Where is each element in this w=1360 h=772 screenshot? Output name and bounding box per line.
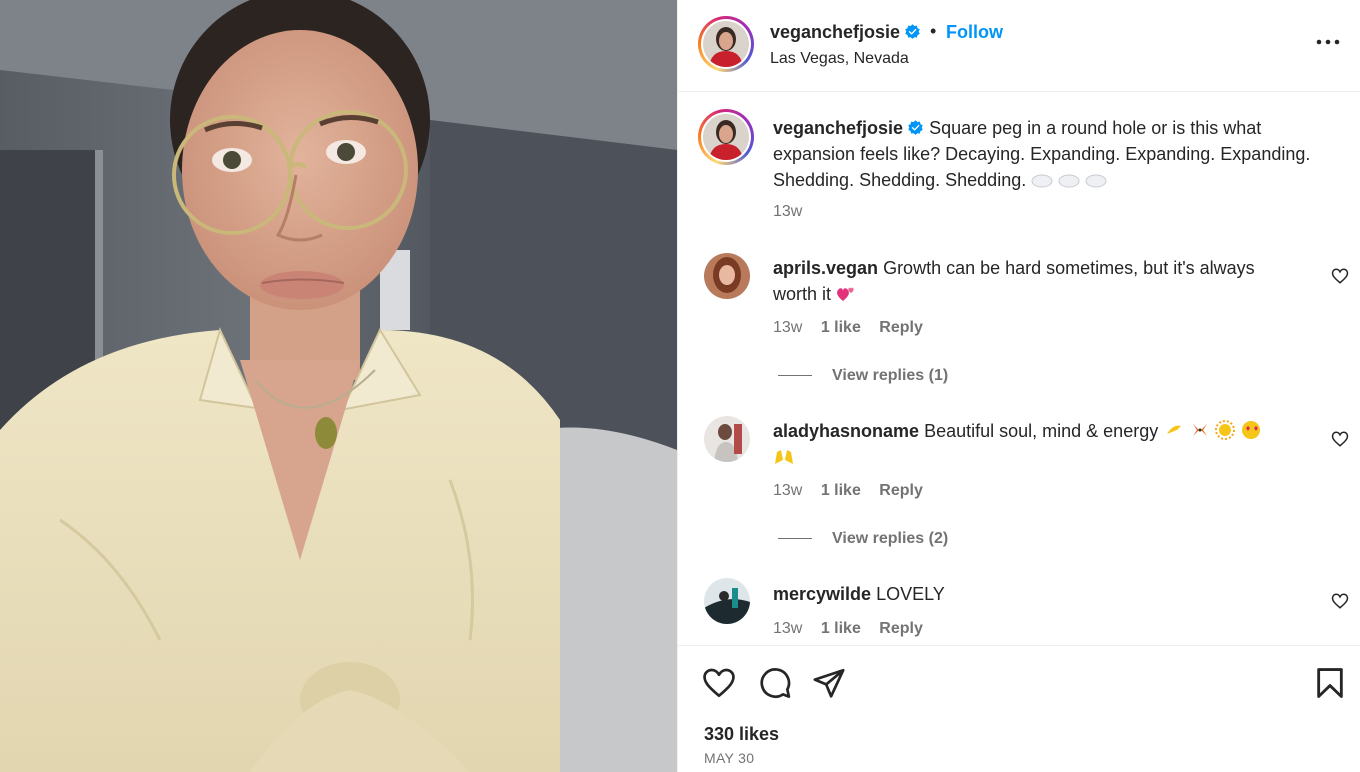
comment-1: aprils.vegan Growth can be hard sometime…: [773, 255, 1293, 307]
comment-avatar[interactable]: [704, 416, 750, 462]
comment-username[interactable]: aladyhasnoname: [773, 421, 919, 441]
likes-count[interactable]: 330 likes: [704, 724, 779, 745]
comment-avatar[interactable]: [704, 253, 750, 299]
verified-badge-icon: [908, 120, 923, 135]
caption-meta: 13w: [773, 203, 816, 221]
comment-username[interactable]: mercywilde: [773, 584, 871, 604]
commenter-avatar-image: [704, 578, 750, 624]
caption-avatar-image: [703, 114, 749, 160]
comments-list[interactable]: veganchefjosie Square peg in a round hol…: [678, 93, 1360, 645]
post-location[interactable]: Las Vegas, Nevada: [770, 50, 909, 68]
view-replies-line: [778, 375, 812, 377]
post-header: veganchefjosie • Follow Las Vegas, Nevad…: [678, 0, 1360, 92]
view-replies-label[interactable]: View replies (1): [832, 367, 948, 384]
view-replies-button[interactable]: View replies (1): [778, 367, 948, 385]
view-replies-label[interactable]: View replies (2): [832, 530, 948, 547]
comment-time[interactable]: 13w: [773, 482, 802, 499]
two-hearts-emoji-icon: [837, 287, 854, 301]
cloud-emoji-icon: [1031, 174, 1107, 188]
cloud-emoji-icons: [1031, 170, 1109, 190]
post-photo: [0, 0, 677, 772]
follow-button[interactable]: Follow: [946, 22, 1003, 43]
sparkle-butterfly-sun-hearteyes-emoji-icons: [1167, 420, 1261, 440]
share-send-icon[interactable]: [812, 666, 846, 700]
commenter-avatar-image: [704, 416, 750, 462]
comment-like-heart-icon[interactable]: [1331, 430, 1349, 448]
comment-meta: 13w 1 like Reply: [773, 620, 937, 638]
comment-avatar[interactable]: [704, 578, 750, 624]
author-username[interactable]: veganchefjosie: [770, 22, 921, 43]
comment-like-heart-icon[interactable]: [1331, 592, 1349, 610]
view-replies-button[interactable]: View replies (2): [778, 530, 948, 548]
comment-time[interactable]: 13w: [773, 620, 802, 637]
caption-username[interactable]: veganchefjosie: [773, 118, 903, 138]
comment-likes[interactable]: 1 like: [821, 482, 861, 499]
author-username-text[interactable]: veganchefjosie: [770, 22, 900, 42]
like-heart-icon[interactable]: [702, 666, 736, 700]
comment-username[interactable]: aprils.vegan: [773, 258, 878, 278]
reply-button[interactable]: Reply: [879, 482, 923, 499]
comment-text: Beautiful soul, mind & energy: [924, 421, 1159, 441]
comment-time[interactable]: 13w: [773, 319, 802, 336]
commenter-avatar-image: [704, 253, 750, 299]
post-sidebar: veganchefjosie • Follow Las Vegas, Nevad…: [677, 0, 1360, 772]
caption-time[interactable]: 13w: [773, 203, 802, 220]
comment-2: aladyhasnoname Beautiful soul, mind & en…: [773, 418, 1293, 470]
comment-3: mercywilde LOVELY: [773, 581, 1293, 607]
reply-button[interactable]: Reply: [879, 319, 923, 336]
reply-button[interactable]: Reply: [879, 620, 923, 637]
author-avatar-image: [703, 21, 749, 67]
view-replies-line: [778, 538, 812, 540]
comment-meta: 13w 1 like Reply: [773, 482, 937, 500]
post-photo-illustration: [0, 0, 677, 772]
header-separator: •: [930, 21, 937, 41]
raising-hands-emoji-icon: [775, 450, 793, 464]
more-horizontal-icon[interactable]: [1315, 32, 1341, 52]
comment-like-heart-icon[interactable]: [1331, 267, 1349, 285]
caption: veganchefjosie Square peg in a round hol…: [773, 115, 1313, 193]
comment-text: LOVELY: [876, 584, 945, 604]
verified-badge-icon: [905, 24, 920, 39]
comment-meta: 13w 1 like Reply: [773, 319, 937, 337]
comment-likes[interactable]: 1 like: [821, 319, 861, 336]
author-avatar[interactable]: [698, 16, 754, 72]
caption-avatar[interactable]: [698, 109, 754, 165]
comment-likes[interactable]: 1 like: [821, 620, 861, 637]
post-actions: 330 likes MAY 30: [678, 645, 1360, 772]
save-bookmark-icon[interactable]: [1313, 666, 1347, 700]
post-date[interactable]: MAY 30: [704, 750, 754, 766]
comment-icon[interactable]: [758, 666, 792, 700]
